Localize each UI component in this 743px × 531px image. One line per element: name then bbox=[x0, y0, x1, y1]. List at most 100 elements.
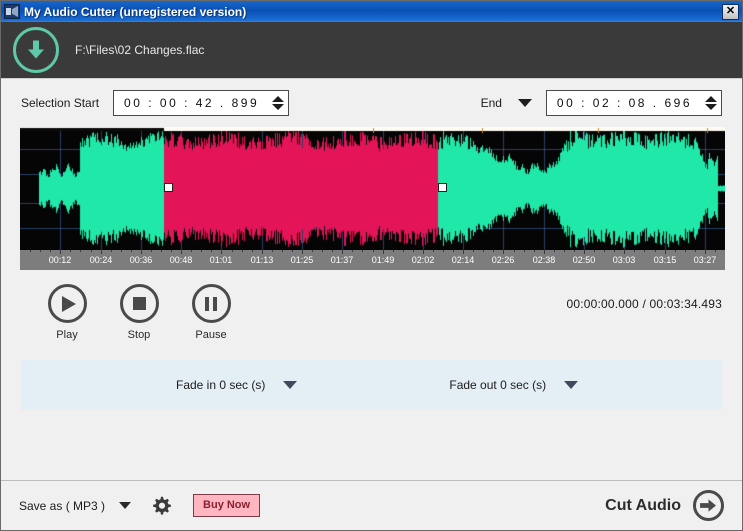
app-window: My Audio Cutter (unregistered version) ✕… bbox=[0, 0, 743, 531]
play-icon bbox=[62, 295, 76, 312]
ruler-minor-tick bbox=[644, 250, 645, 252]
ruler-minor-tick bbox=[594, 250, 595, 252]
ruler-label: 03:03 bbox=[612, 255, 636, 265]
app-icon bbox=[4, 4, 20, 19]
ruler-minor-tick bbox=[634, 250, 635, 252]
ruler-label: 02:14 bbox=[451, 255, 475, 265]
ruler-label: 02:38 bbox=[532, 255, 556, 265]
chevron-down-icon[interactable] bbox=[283, 381, 298, 389]
ruler-minor-tick bbox=[483, 250, 484, 252]
waveform-panel[interactable]: 00:12 00:24 00:36 00:48 01:01 01:13 01:25 01:37… bbox=[20, 127, 725, 270]
selection-handle-right[interactable] bbox=[438, 183, 447, 192]
fade-out-label: Fade out 0 sec (s) bbox=[449, 378, 547, 392]
ruler-minor-tick bbox=[373, 250, 374, 252]
open-file-button[interactable] bbox=[13, 27, 59, 73]
ruler-label: 00:36 bbox=[129, 255, 153, 265]
close-icon[interactable]: ✕ bbox=[722, 3, 739, 20]
selection-end-spinner-icon[interactable] bbox=[704, 96, 717, 110]
ruler-minor-tick bbox=[524, 250, 525, 252]
ruler-minor-tick bbox=[473, 250, 474, 252]
play-label: Play bbox=[56, 329, 78, 341]
fade-in-label: Fade in 0 sec (s) bbox=[176, 378, 266, 392]
ruler-minor-tick bbox=[252, 250, 253, 252]
ruler-minor-tick bbox=[685, 250, 686, 252]
ruler-minor-tick bbox=[534, 250, 535, 252]
bottom-toolbar: Save as ( MP3 ) Buy Now Cut Audio bbox=[1, 480, 742, 530]
ruler-label: 03:27 bbox=[693, 255, 717, 265]
selection-end-value: 00 : 02 : 08 . 696 bbox=[556, 96, 692, 110]
timeline-ruler[interactable]: 00:12 00:24 00:36 00:48 01:01 01:13 01:25 01:37… bbox=[20, 250, 725, 270]
stop-button[interactable]: Stop bbox=[103, 284, 175, 341]
ruler-tick bbox=[101, 250, 102, 254]
ruler-minor-tick bbox=[413, 250, 414, 252]
fade-in-dropdown[interactable]: Fade in 0 sec (s) bbox=[176, 378, 298, 392]
ruler-tick bbox=[181, 250, 182, 254]
window-title: My Audio Cutter (unregistered version) bbox=[24, 4, 247, 19]
cut-audio-label: Cut Audio bbox=[605, 496, 681, 514]
ruler-minor-tick bbox=[695, 250, 696, 252]
title-bar: My Audio Cutter (unregistered version) ✕ bbox=[1, 1, 742, 22]
ruler-minor-tick bbox=[121, 250, 122, 252]
ruler-minor-tick bbox=[675, 250, 676, 252]
time-readout: 00:00:00.000 / 00:03:34.493 bbox=[566, 297, 722, 311]
pause-label: Pause bbox=[195, 329, 227, 341]
ruler-minor-tick bbox=[191, 250, 192, 252]
selection-start-label: Selection Start bbox=[21, 96, 100, 110]
ruler-minor-tick bbox=[352, 250, 353, 252]
ruler-tick bbox=[302, 250, 303, 254]
ruler-tick bbox=[262, 250, 263, 254]
selection-handle-left[interactable] bbox=[164, 183, 173, 192]
buy-now-button[interactable]: Buy Now bbox=[193, 494, 261, 517]
ruler-tick bbox=[221, 250, 222, 254]
ruler-tick bbox=[463, 250, 464, 254]
ruler-minor-tick bbox=[312, 250, 313, 252]
ruler-minor-tick bbox=[554, 250, 555, 252]
ruler-minor-tick bbox=[564, 250, 565, 252]
chevron-down-icon[interactable] bbox=[564, 381, 579, 389]
ruler-minor-tick bbox=[151, 250, 152, 252]
stop-label: Stop bbox=[127, 329, 151, 341]
cut-audio-button[interactable]: Cut Audio bbox=[605, 490, 724, 521]
settings-button[interactable] bbox=[151, 496, 171, 516]
ruler-minor-tick bbox=[50, 250, 51, 252]
save-as-label[interactable]: Save as ( MP3 ) bbox=[19, 499, 105, 513]
ruler-minor-tick bbox=[282, 250, 283, 252]
ruler-minor-tick bbox=[443, 250, 444, 252]
ruler-minor-tick bbox=[493, 250, 494, 252]
ruler-label: 00:12 bbox=[48, 255, 72, 265]
ruler-minor-tick bbox=[393, 250, 394, 252]
ruler-minor-tick bbox=[201, 250, 202, 252]
ruler-minor-tick bbox=[232, 250, 233, 252]
play-button[interactable]: Play bbox=[31, 284, 103, 341]
ruler-tick bbox=[624, 250, 625, 254]
selection-end-input[interactable]: 00 : 02 : 08 . 696 bbox=[545, 90, 722, 116]
ruler-minor-tick bbox=[362, 250, 363, 252]
waveform-canvas[interactable] bbox=[20, 127, 725, 250]
selection-start-spinner-icon[interactable] bbox=[271, 96, 284, 110]
ruler-minor-tick bbox=[80, 250, 81, 252]
pause-button[interactable]: Pause bbox=[175, 284, 247, 341]
chevron-down-icon[interactable] bbox=[517, 99, 532, 107]
ruler-label: 01:13 bbox=[250, 255, 274, 265]
arrow-right-circle-icon bbox=[693, 490, 724, 521]
selection-start-group: Selection Start 00 : 00 : 42 . 899 bbox=[21, 90, 311, 116]
ruler-minor-tick bbox=[211, 250, 212, 252]
ruler-minor-tick bbox=[574, 250, 575, 252]
ruler-tick bbox=[423, 250, 424, 254]
ruler-tick bbox=[665, 250, 666, 254]
ruler-tick bbox=[141, 250, 142, 254]
ruler-minor-tick bbox=[403, 250, 404, 252]
ruler-label: 00:48 bbox=[169, 255, 193, 265]
ruler-minor-tick bbox=[171, 250, 172, 252]
chevron-down-icon[interactable] bbox=[119, 502, 132, 509]
selection-end-label: End bbox=[480, 96, 502, 110]
fade-out-dropdown[interactable]: Fade out 0 sec (s) bbox=[449, 378, 579, 392]
ruler-tick bbox=[342, 250, 343, 254]
ruler-tick bbox=[383, 250, 384, 254]
ruler-minor-tick bbox=[332, 250, 333, 252]
ruler-minor-tick bbox=[322, 250, 323, 252]
selection-start-input[interactable]: 00 : 00 : 42 . 899 bbox=[113, 90, 290, 116]
file-path-text: F:\Files\02 Changes.flac bbox=[75, 43, 205, 57]
ruler-label: 02:02 bbox=[411, 255, 435, 265]
selection-row: Selection Start 00 : 00 : 42 . 899 End 0… bbox=[1, 79, 742, 127]
